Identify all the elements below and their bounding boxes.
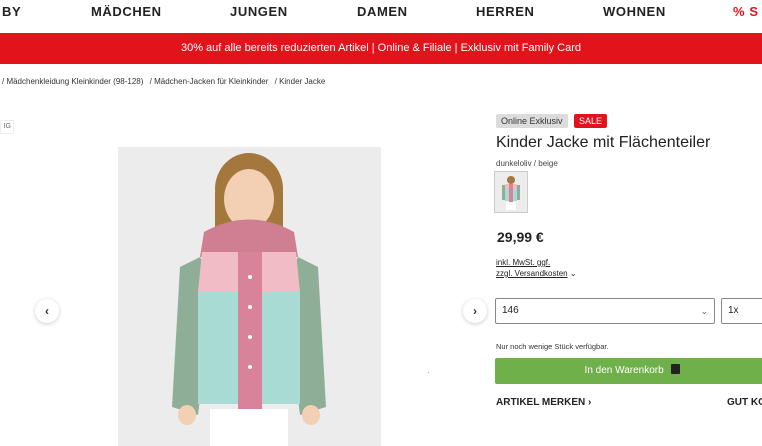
- promo-banner[interactable]: 30% auf alle bereits reduzierten Artikel…: [0, 33, 762, 64]
- shipping-link[interactable]: zzgl. Versandkosten ⌄: [496, 269, 577, 278]
- breadcrumb: / Mädchenkleidung Kleinkinder (98-128) /…: [2, 77, 329, 86]
- nav-item-sale[interactable]: % S: [733, 4, 759, 19]
- product-title: Kinder Jacke mit Flächenteiler: [496, 134, 711, 151]
- top-nav: BY MÄDCHEN JUNGEN DAMEN HERREN WOHNEN % …: [0, 0, 762, 26]
- gallery-next-button[interactable]: ›: [463, 299, 487, 323]
- chevron-left-icon: ‹: [45, 304, 49, 318]
- quantity-select[interactable]: 1x: [721, 298, 762, 324]
- badge-online-exklusiv: Online Exklusiv: [496, 114, 568, 128]
- product-color: dunkeloliv / beige: [496, 159, 558, 168]
- nav-item-wohnen[interactable]: WOHNEN: [603, 4, 666, 19]
- badge-sale: SALE: [573, 114, 607, 128]
- product-price: 29,99 €: [497, 229, 544, 245]
- breadcrumb-item[interactable]: / Mädchen-Jacken für Kleinkinder: [150, 77, 269, 86]
- size-value: 146: [502, 305, 519, 316]
- chevron-right-icon: ›: [473, 304, 477, 318]
- nav-item-baby[interactable]: BY: [2, 4, 21, 19]
- gallery-indicator: ·: [427, 368, 430, 377]
- wishlist-button[interactable]: ARTIKEL MERKEN ›: [496, 397, 591, 408]
- chevron-down-icon: ⌄: [569, 269, 577, 278]
- size-select[interactable]: 146 ⌄: [495, 298, 715, 324]
- gallery-prev-button[interactable]: ‹: [35, 299, 59, 323]
- add-to-cart-label: In den Warenkorb: [584, 365, 664, 376]
- chevron-down-icon: ⌄: [700, 306, 708, 316]
- nav-item-maedchen[interactable]: MÄDCHEN: [91, 4, 162, 19]
- nav-item-damen[interactable]: DAMEN: [357, 4, 408, 19]
- badge-group: Online Exklusiv SALE: [496, 111, 609, 129]
- color-swatch-thumbnail[interactable]: [494, 171, 528, 213]
- gut-zu-wissen-link[interactable]: GUT KO: [727, 397, 762, 408]
- shopping-bag-icon: [671, 364, 681, 374]
- jacket-illustration: [118, 147, 381, 446]
- nav-item-jungen[interactable]: JUNGEN: [230, 4, 288, 19]
- stock-status: Nur noch wenige Stück verfügbar.: [496, 342, 609, 351]
- breadcrumb-item[interactable]: / Mädchenkleidung Kleinkinder (98-128): [2, 77, 143, 86]
- breadcrumb-item[interactable]: / Kinder Jacke: [275, 77, 326, 86]
- vat-link[interactable]: inkl. MwSt. ggf.: [496, 258, 550, 267]
- add-to-cart-button[interactable]: In den Warenkorb: [495, 358, 762, 384]
- jacket-thumbnail-icon: [495, 172, 527, 212]
- quantity-value: 1x: [728, 305, 739, 316]
- product-image[interactable]: [118, 147, 381, 446]
- shipping-label: zzgl. Versandkosten: [496, 269, 568, 278]
- side-thumbnail-label[interactable]: IG: [0, 120, 14, 134]
- nav-item-herren[interactable]: HERREN: [476, 4, 535, 19]
